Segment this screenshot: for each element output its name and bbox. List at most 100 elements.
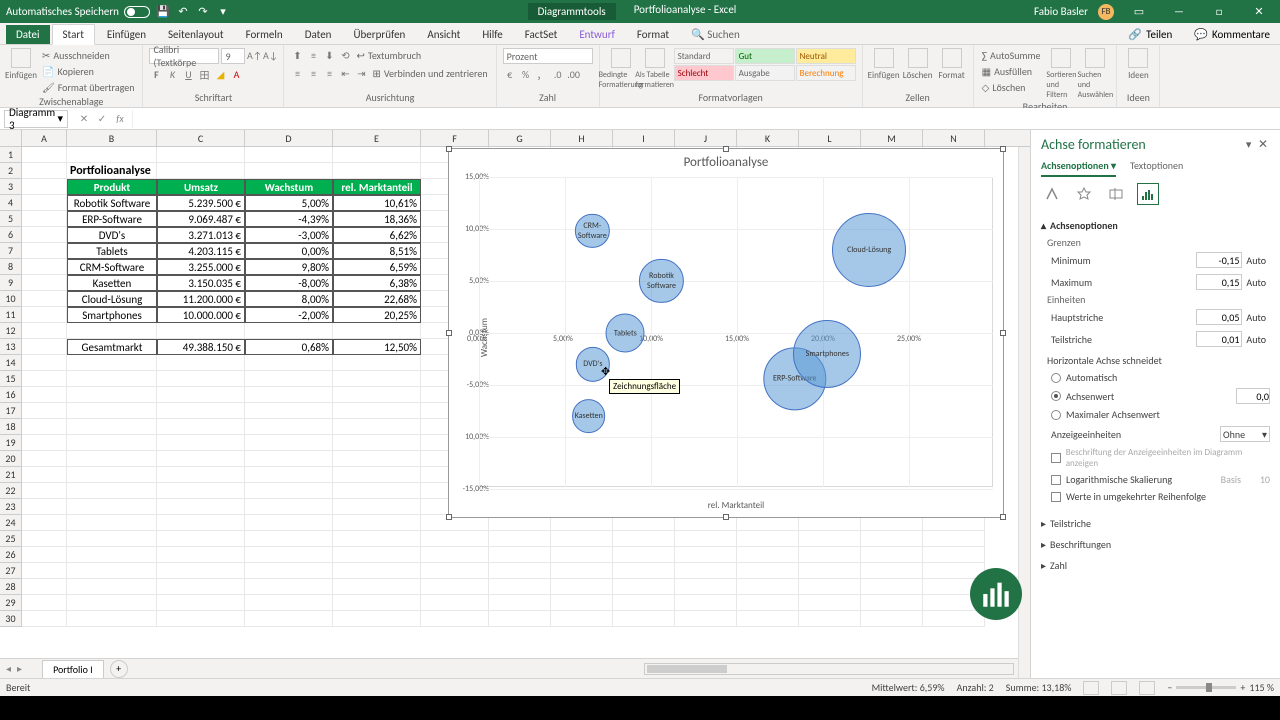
merge-button[interactable]: ⊞ Verbinden und zentrieren xyxy=(370,66,489,81)
cell[interactable] xyxy=(799,579,861,595)
cell[interactable] xyxy=(22,211,67,227)
resize-handle-icon[interactable] xyxy=(446,146,452,152)
cell[interactable] xyxy=(157,547,245,563)
cell[interactable] xyxy=(67,611,157,627)
cell[interactable] xyxy=(22,307,67,323)
sort-filter-button[interactable]: Sortieren und Filtern xyxy=(1046,48,1076,100)
comments-button[interactable]: 💬 Kommentare xyxy=(1184,25,1280,44)
row-header[interactable]: 8 xyxy=(0,259,22,275)
cell[interactable] xyxy=(333,563,421,579)
border-icon[interactable]: 田 xyxy=(197,67,211,81)
cell[interactable] xyxy=(675,547,737,563)
cell[interactable]: Smartphones xyxy=(67,307,157,323)
row-header[interactable]: 16 xyxy=(0,387,22,403)
cell[interactable] xyxy=(22,147,67,163)
fontcolor-icon[interactable]: A xyxy=(229,67,243,81)
cell[interactable] xyxy=(157,531,245,547)
cell[interactable]: Kasetten xyxy=(67,275,157,291)
cell[interactable]: 9.069.487 € xyxy=(157,211,245,227)
cell[interactable] xyxy=(245,499,333,515)
cell[interactable] xyxy=(245,403,333,419)
min-auto-button[interactable]: Auto xyxy=(1242,254,1270,267)
minor-input[interactable] xyxy=(1196,331,1242,347)
cell[interactable] xyxy=(22,163,67,179)
indent-dec-icon[interactable]: ⇤ xyxy=(338,66,352,80)
cell[interactable] xyxy=(157,435,245,451)
column-header[interactable]: F xyxy=(421,130,489,146)
user-name[interactable]: Fabio Basler xyxy=(1034,5,1088,18)
tab-factset[interactable]: FactSet xyxy=(515,25,568,44)
column-header[interactable]: E xyxy=(333,130,421,146)
cell[interactable] xyxy=(22,451,67,467)
cell[interactable] xyxy=(22,243,67,259)
cell[interactable] xyxy=(22,195,67,211)
cell[interactable] xyxy=(22,419,67,435)
grow-font-icon[interactable]: A↑ xyxy=(247,48,261,62)
tab-ueberpruefen[interactable]: Überprüfen xyxy=(343,25,415,44)
row-header[interactable]: 20 xyxy=(0,451,22,467)
cell[interactable]: 12,50% xyxy=(333,339,421,355)
formula-input[interactable] xyxy=(132,110,1280,128)
cell[interactable] xyxy=(22,483,67,499)
section-labels[interactable]: ▸ Beschriftungen xyxy=(1041,534,1270,555)
row-header[interactable]: 21 xyxy=(0,467,22,483)
cell[interactable] xyxy=(67,371,157,387)
format-cells-button[interactable]: Format xyxy=(937,48,967,81)
chk-log[interactable]: Logarithmische SkalierungBasis10 xyxy=(1041,471,1270,488)
autosave-toggle[interactable]: Automatisches Speichern xyxy=(6,5,150,18)
cell[interactable]: 6,38% xyxy=(333,275,421,291)
cell[interactable] xyxy=(22,595,67,611)
format-painter-button[interactable]: 🖌 Format übertragen xyxy=(40,80,136,95)
shrink-font-icon[interactable]: A↓ xyxy=(263,48,277,62)
insert-cells-button[interactable]: Einfügen xyxy=(869,48,899,81)
bubble-point[interactable]: Cloud-Lösung xyxy=(832,213,906,287)
zoom-out-icon[interactable]: − xyxy=(1167,681,1172,694)
style-neutral[interactable]: Neutral xyxy=(796,48,856,64)
cell[interactable] xyxy=(421,547,489,563)
cell[interactable] xyxy=(157,563,245,579)
cell[interactable] xyxy=(22,371,67,387)
cell[interactable] xyxy=(67,483,157,499)
cell[interactable] xyxy=(333,355,421,371)
pane-tab-textoptions[interactable]: Textoptionen xyxy=(1130,159,1183,177)
cell[interactable] xyxy=(421,579,489,595)
redo-icon[interactable]: ↷ xyxy=(196,5,210,19)
cell[interactable] xyxy=(799,563,861,579)
zoom-level[interactable]: 115 % xyxy=(1249,681,1274,694)
cell[interactable]: 5.239.500 € xyxy=(157,195,245,211)
cell[interactable] xyxy=(333,403,421,419)
cell[interactable]: Produkt xyxy=(67,179,157,195)
cell[interactable] xyxy=(551,611,613,627)
name-box[interactable]: Diagramm 3▾ xyxy=(4,110,68,128)
view-pagebreak-icon[interactable] xyxy=(1139,681,1155,695)
cell[interactable] xyxy=(22,403,67,419)
zoom-slider[interactable]: −+115 % xyxy=(1167,681,1274,694)
row-header[interactable]: 15 xyxy=(0,371,22,387)
cell[interactable] xyxy=(245,579,333,595)
cancel-fx-icon[interactable]: ✕ xyxy=(76,111,92,127)
row-header[interactable]: 5 xyxy=(0,211,22,227)
row-header[interactable]: 26 xyxy=(0,547,22,563)
cell[interactable] xyxy=(245,563,333,579)
resize-handle-icon[interactable] xyxy=(1000,146,1006,152)
cell[interactable]: 8,51% xyxy=(333,243,421,259)
cell[interactable]: 3.255.000 € xyxy=(157,259,245,275)
cell[interactable] xyxy=(157,467,245,483)
fillcolor-icon[interactable]: ◢ xyxy=(213,67,227,81)
cell[interactable] xyxy=(333,579,421,595)
cell[interactable]: DVD's xyxy=(67,227,157,243)
cell[interactable] xyxy=(22,275,67,291)
underline-icon[interactable]: U xyxy=(181,67,195,81)
cell[interactable] xyxy=(489,563,551,579)
major-input[interactable] xyxy=(1196,309,1242,325)
cell[interactable]: 4.203.115 € xyxy=(157,243,245,259)
cell[interactable] xyxy=(157,451,245,467)
bubble-point[interactable]: Smartphones xyxy=(793,320,861,388)
font-select[interactable]: Calibri (Textkörpe xyxy=(149,48,219,64)
cell[interactable] xyxy=(157,403,245,419)
radio-maxvalue[interactable]: Maximaler Achsenwert xyxy=(1041,406,1270,423)
cell[interactable] xyxy=(22,531,67,547)
cell[interactable] xyxy=(157,163,245,179)
cell[interactable] xyxy=(245,371,333,387)
cell[interactable] xyxy=(22,387,67,403)
